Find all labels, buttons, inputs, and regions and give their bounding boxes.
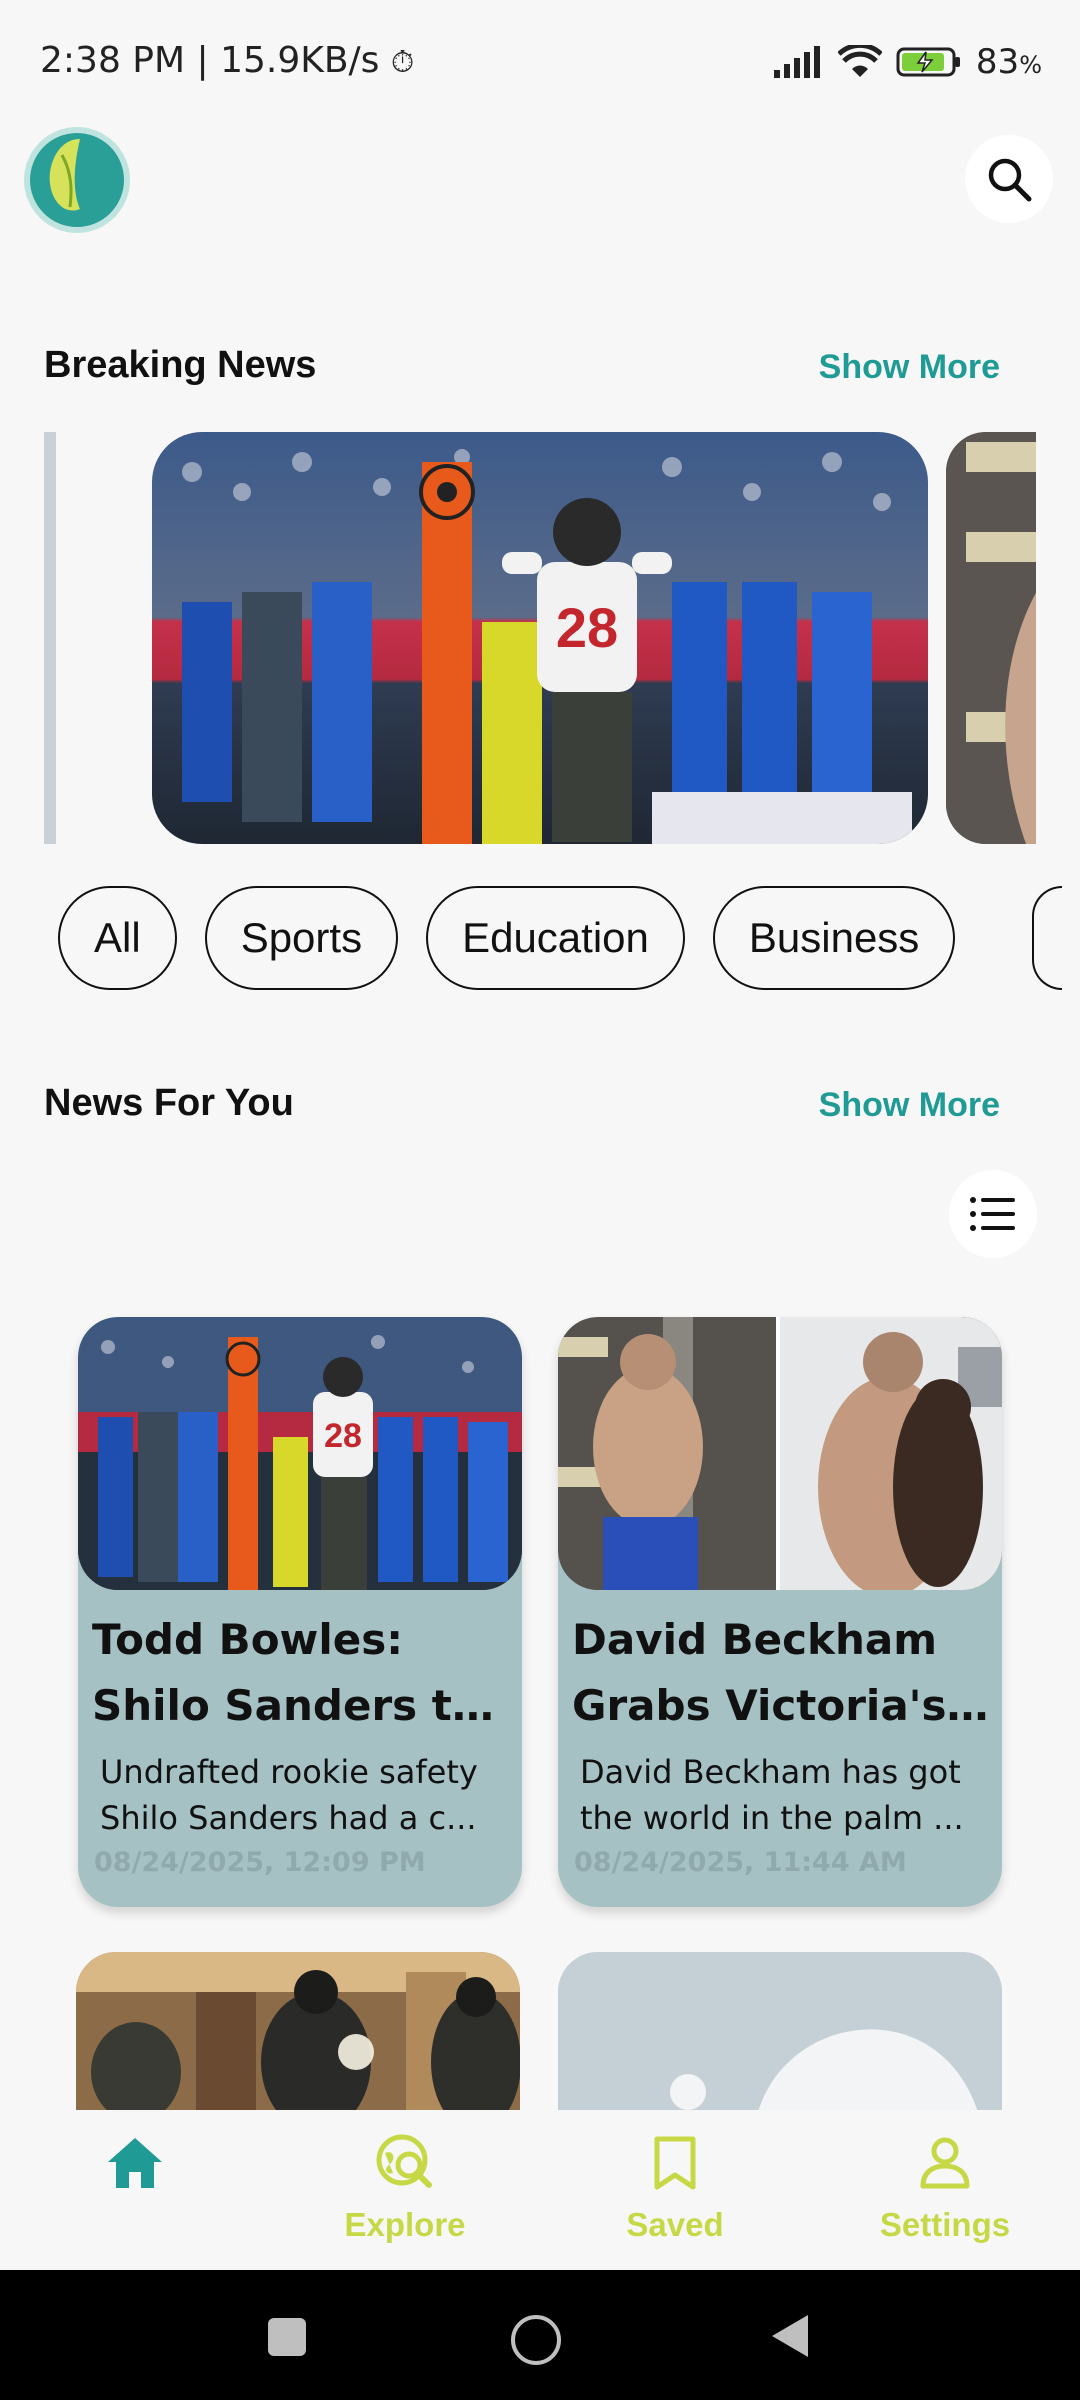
- signal-icon: [773, 46, 820, 78]
- alarm-icon: ⏱: [390, 45, 415, 80]
- carousel-card-previous[interactable]: [44, 432, 56, 844]
- search-button[interactable]: [965, 135, 1053, 223]
- category-chip-overflow[interactable]: [1032, 886, 1062, 990]
- news-card-date: 08/24/2025, 11:44 AM: [574, 1847, 907, 1878]
- wifi-icon: [837, 45, 882, 77]
- news-card-image: 28: [78, 1317, 522, 1590]
- svg-text:28: 28: [324, 1417, 362, 1455]
- home-system-button[interactable]: [511, 2315, 561, 2365]
- battery-level: 83%: [975, 42, 1042, 82]
- battery-icon: [896, 47, 960, 77]
- news-card-title: Todd Bowles: Shilo Sanders th...: [92, 1615, 510, 1730]
- category-chip-sports[interactable]: Sports: [204, 886, 399, 990]
- svg-text:28: 28: [556, 596, 618, 659]
- nav-explore-label: Explore: [344, 2206, 466, 2243]
- breaking-news-title: Breaking News: [44, 344, 317, 386]
- breaking-news-carousel[interactable]: 28: [44, 432, 1036, 844]
- news-card[interactable]: David Beckham Grabs Victoria's... David …: [558, 1317, 1002, 1907]
- back-button[interactable]: [770, 2313, 810, 2359]
- recents-button[interactable]: [268, 2318, 306, 2356]
- football-player-image: 28: [152, 432, 928, 844]
- bottom-navigation-bar: Explore Saved Settings: [0, 2110, 1080, 2270]
- status-time-speed: 2:38 PM | 15.9KB/s ⏱: [40, 40, 415, 81]
- home-icon: [108, 2138, 162, 2188]
- news-card[interactable]: 28 Todd Bowles: Shilo Sanders th... Undr…: [78, 1317, 522, 1907]
- breaking-show-more-link[interactable]: Show More: [819, 348, 1000, 387]
- bookmark-icon: [654, 2136, 696, 2190]
- category-chip-business[interactable]: Business: [712, 886, 956, 990]
- news-card-title: David Beckham Grabs Victoria's...: [572, 1615, 990, 1730]
- police-raid-thumbnail: [76, 1952, 520, 2112]
- category-chip-all[interactable]: All: [58, 886, 177, 990]
- news-card-summary: David Beckham has got the world in the p…: [580, 1753, 964, 1837]
- system-navigation-bar: [0, 2270, 1080, 2400]
- nav-saved[interactable]: Saved: [575, 2128, 775, 2244]
- image-placeholder-icon: [558, 1952, 1002, 2112]
- news-card-date: 08/24/2025, 12:09 PM: [94, 1847, 426, 1878]
- nav-settings[interactable]: Settings: [845, 2128, 1045, 2244]
- layout-toggle-button[interactable]: [949, 1170, 1037, 1258]
- news-for-you-show-more-link[interactable]: Show More: [819, 1086, 1000, 1125]
- nav-explore[interactable]: Explore: [305, 2128, 505, 2244]
- news-card-placeholder[interactable]: [558, 1952, 1002, 2112]
- news-card-image: [558, 1317, 1002, 1590]
- football-player-thumbnail: 28: [78, 1317, 522, 1590]
- search-icon: [988, 158, 1032, 202]
- breaking-news-card[interactable]: 28: [152, 432, 928, 844]
- category-filter-bar: All Sports Education Business: [58, 886, 956, 990]
- news-card-summary: Undrafted rookie safety Shilo Sanders ha…: [100, 1753, 478, 1837]
- next-news-image: [946, 432, 1036, 844]
- leaf-logo-icon: [24, 127, 130, 233]
- status-bar: 2:38 PM | 15.9KB/s ⏱ 83%: [0, 0, 1080, 130]
- list-icon: [970, 1197, 1015, 1231]
- carousel-card-next[interactable]: [946, 432, 1036, 844]
- nav-settings-label: Settings: [879, 2206, 1011, 2243]
- celebrity-thumbnail: [558, 1317, 1002, 1590]
- app-logo[interactable]: [22, 125, 132, 235]
- news-for-you-title: News For You: [44, 1082, 294, 1124]
- nav-home[interactable]: [35, 2128, 235, 2206]
- nav-saved-label: Saved: [626, 2206, 724, 2243]
- category-chip-education[interactable]: Education: [426, 886, 685, 990]
- explore-icon: [376, 2134, 432, 2188]
- person-icon: [920, 2137, 970, 2189]
- news-card-partial[interactable]: [76, 1952, 520, 2112]
